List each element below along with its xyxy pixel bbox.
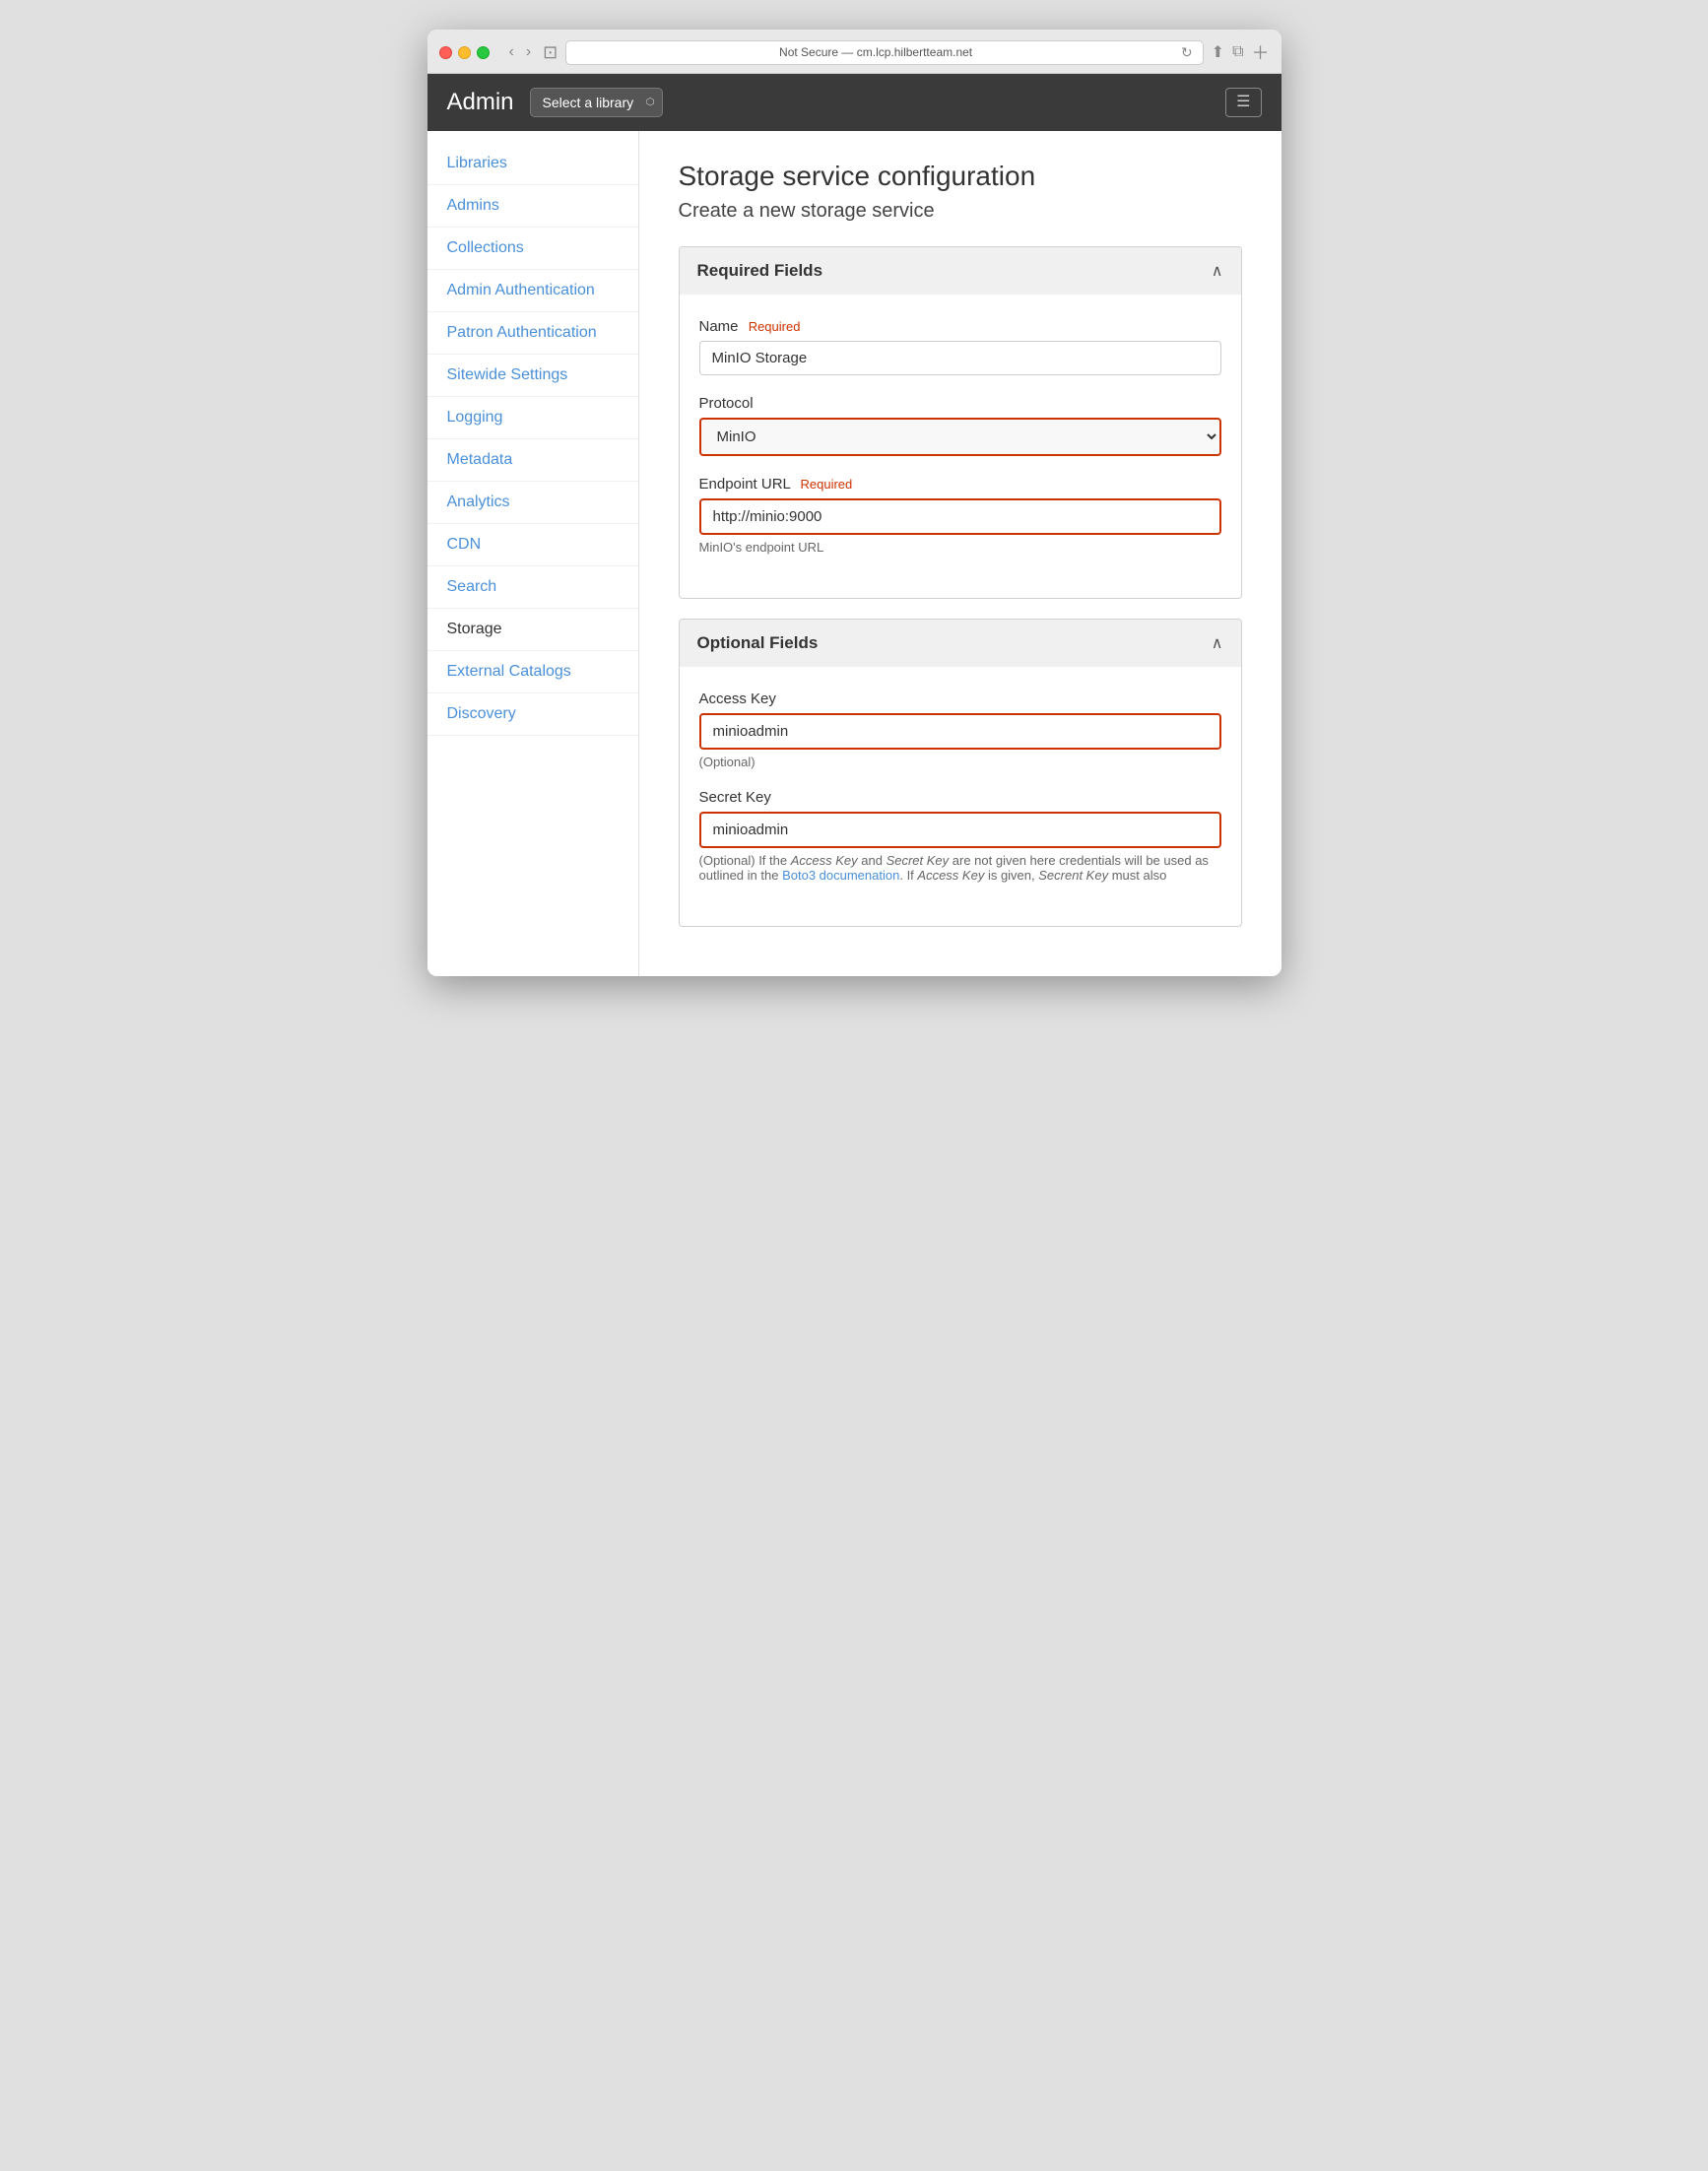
traffic-lights (439, 46, 490, 59)
page-content: Storage service configuration Create a n… (639, 131, 1281, 976)
address-text: Not Secure — cm.lcp.hilbertteam.net (576, 45, 1175, 59)
new-tab-button[interactable]: ＋ (1252, 39, 1270, 65)
sidebar-item-libraries[interactable]: Libraries (427, 143, 638, 185)
optional-fields-body: Access Key (Optional) Secret Key (Option… (680, 667, 1241, 926)
required-fields-section: Required Fields ∧ Name Required Prot (679, 246, 1242, 599)
sidebar-item-admins[interactable]: Admins (427, 185, 638, 228)
reload-button[interactable]: ↻ (1181, 44, 1193, 61)
hamburger-button[interactable]: ☰ (1225, 88, 1261, 117)
browser-window: ‹ › ⊡ Not Secure — cm.lcp.hilbertteam.ne… (427, 30, 1281, 976)
sidebar-item-sitewide-settings[interactable]: Sitewide Settings (427, 355, 638, 397)
optional-fields-header[interactable]: Optional Fields ∧ (680, 620, 1241, 667)
required-fields-collapse-icon: ∧ (1212, 261, 1223, 281)
secret-key-hint: (Optional) If the Access Key and Secret … (699, 853, 1221, 883)
sidebar-item-external-catalogs[interactable]: External Catalogs (427, 651, 638, 693)
sidebar-item-patron-authentication[interactable]: Patron Authentication (427, 312, 638, 355)
access-key-input[interactable] (699, 713, 1221, 750)
optional-fields-title: Optional Fields (697, 633, 819, 653)
sidebar-toggle-button[interactable]: ⊡ (543, 41, 558, 63)
address-bar: Not Secure — cm.lcp.hilbertteam.net ↻ (565, 40, 1203, 65)
access-key-label: Access Key (699, 691, 1221, 707)
tab-button[interactable]: ⧉ (1232, 43, 1243, 61)
browser-chrome: ‹ › ⊡ Not Secure — cm.lcp.hilbertteam.ne… (427, 30, 1281, 74)
sidebar-item-admin-authentication[interactable]: Admin Authentication (427, 270, 638, 312)
close-button[interactable] (439, 46, 452, 59)
sidebar-item-search[interactable]: Search (427, 566, 638, 609)
admin-header-left: Admin Select a library (447, 88, 663, 117)
sidebar-item-collections[interactable]: Collections (427, 228, 638, 270)
sidebar-item-cdn[interactable]: CDN (427, 524, 638, 566)
required-fields-body: Name Required Protocol MinIO Amazon S3 (680, 295, 1241, 598)
page-title: Storage service configuration (679, 161, 1242, 192)
main-container: Libraries Admins Collections Admin Authe… (427, 131, 1281, 976)
name-label: Name Required (699, 318, 1221, 335)
page-subtitle: Create a new storage service (679, 200, 1242, 223)
sidebar-item-discovery[interactable]: Discovery (427, 693, 638, 736)
sidebar-item-storage[interactable]: Storage (427, 609, 638, 651)
minimize-button[interactable] (458, 46, 471, 59)
protocol-select[interactable]: MinIO Amazon S3 (699, 418, 1221, 456)
admin-header: Admin Select a library ☰ (427, 74, 1281, 131)
endpoint-form-group: Endpoint URL Required MinIO's endpoint U… (699, 476, 1221, 555)
name-form-group: Name Required (699, 318, 1221, 375)
sidebar: Libraries Admins Collections Admin Authe… (427, 131, 639, 976)
library-select-wrapper: Select a library (530, 88, 663, 117)
optional-fields-section: Optional Fields ∧ Access Key (Optional) … (679, 619, 1242, 927)
access-key-optional-text: (Optional) (699, 755, 1221, 769)
boto3-link[interactable]: Boto3 documenation (782, 868, 899, 883)
name-input[interactable] (699, 341, 1221, 375)
sidebar-item-logging[interactable]: Logging (427, 397, 638, 439)
protocol-label: Protocol (699, 395, 1221, 412)
share-button[interactable]: ⬆ (1212, 42, 1224, 62)
admin-title: Admin (447, 89, 514, 116)
library-select[interactable]: Select a library (530, 88, 663, 117)
access-key-form-group: Access Key (Optional) (699, 691, 1221, 769)
forward-button[interactable]: › (522, 41, 535, 63)
endpoint-input[interactable] (699, 498, 1221, 535)
protocol-form-group: Protocol MinIO Amazon S3 (699, 395, 1221, 456)
required-fields-title: Required Fields (697, 261, 823, 281)
required-fields-header[interactable]: Required Fields ∧ (680, 247, 1241, 295)
endpoint-required-badge: Required (801, 477, 853, 492)
back-button[interactable]: ‹ (505, 41, 518, 63)
secret-key-input[interactable] (699, 812, 1221, 848)
endpoint-label: Endpoint URL Required (699, 476, 1221, 493)
maximize-button[interactable] (477, 46, 490, 59)
secret-key-label: Secret Key (699, 789, 1221, 806)
sidebar-item-analytics[interactable]: Analytics (427, 482, 638, 524)
secret-key-form-group: Secret Key (Optional) If the Access Key … (699, 789, 1221, 883)
sidebar-item-metadata[interactable]: Metadata (427, 439, 638, 482)
name-required-badge: Required (749, 319, 801, 334)
endpoint-hint: MinIO's endpoint URL (699, 540, 1221, 555)
optional-fields-collapse-icon: ∧ (1212, 633, 1223, 653)
nav-buttons: ‹ › ⊡ (505, 41, 558, 63)
